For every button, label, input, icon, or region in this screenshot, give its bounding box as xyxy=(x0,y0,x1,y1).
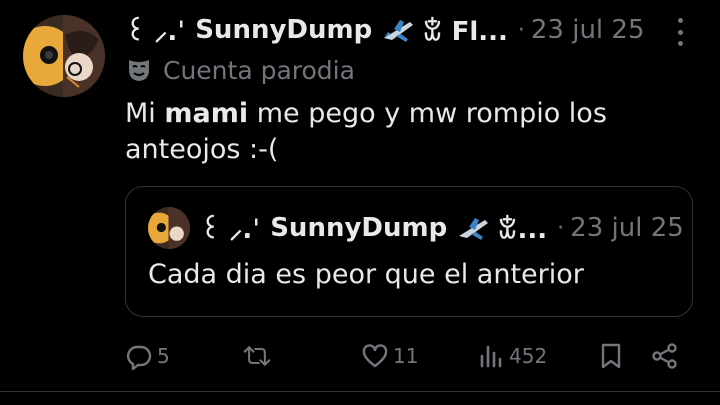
repost-button[interactable] xyxy=(243,338,275,374)
tweet-date[interactable]: 23 jul 25 xyxy=(531,15,645,45)
parody-label: Cuenta parodia xyxy=(163,55,355,85)
like-count: 11 xyxy=(393,344,419,368)
tweet-text-start: Mi xyxy=(125,98,165,129)
like-button[interactable]: 11 xyxy=(361,338,418,374)
airplane-icon xyxy=(455,214,491,242)
quoted-author-avatar xyxy=(148,207,190,249)
bookmark-icon xyxy=(601,343,621,369)
tweet-header: ꒰ ⸝.ˈ SunnyDump ꒃ Fl... · 23 jul 25 xyxy=(125,12,645,48)
divider xyxy=(0,391,720,392)
tweet-text-bold: mami xyxy=(164,98,249,129)
quoted-tweet-text: Cada dia es peor que el anterior xyxy=(148,259,584,290)
share-button[interactable] xyxy=(651,338,679,374)
author-name[interactable]: ꒰ ⸝.ˈ SunnyDump ꒃ Fl... xyxy=(125,12,508,48)
theater-mask-icon xyxy=(129,60,149,81)
quoted-author-name-suffix: ꒃ... xyxy=(497,215,548,245)
author-name-prefix: ꒰ ⸝.ˈ xyxy=(125,17,186,47)
author-display-name: SunnyDump xyxy=(195,15,373,45)
author-avatar[interactable] xyxy=(23,15,105,97)
heart-icon xyxy=(362,344,388,368)
quoted-author-name-prefix: ꒰ ⸝.ˈ xyxy=(200,215,261,245)
quoted-author-display-name: SunnyDump xyxy=(270,213,448,243)
quoted-author-name: ꒰ ⸝.ˈ SunnyDump ꒃ... xyxy=(200,210,547,246)
bookmark-button[interactable] xyxy=(597,338,625,374)
reply-icon xyxy=(126,345,152,370)
quoted-tweet[interactable]: ꒰ ⸝.ˈ SunnyDump ꒃ... · 23 jul 25 Cada di… xyxy=(125,186,693,317)
quoted-tweet-header: ꒰ ⸝.ˈ SunnyDump ꒃ... · 23 jul 25 xyxy=(200,209,684,247)
separator: · xyxy=(517,17,525,43)
more-icon[interactable] xyxy=(670,18,690,46)
views-icon xyxy=(480,345,502,368)
action-bar: 5 11 452 xyxy=(125,338,685,374)
airplane-icon xyxy=(380,16,416,44)
author-name-suffix: ꒃ Fl... xyxy=(422,17,508,47)
quoted-tweet-date: 23 jul 25 xyxy=(570,213,684,243)
reply-count: 5 xyxy=(157,344,170,368)
tweet-text: Mi mami me pego y mw rompio los anteojos… xyxy=(125,96,685,168)
quoted-separator: · xyxy=(557,215,565,241)
share-icon xyxy=(652,343,677,369)
parody-badge: Cuenta parodia xyxy=(125,54,355,86)
views-count: 452 xyxy=(509,344,548,368)
reply-button[interactable]: 5 xyxy=(125,338,170,374)
views-button[interactable]: 452 xyxy=(477,338,547,374)
repost-icon xyxy=(243,346,271,366)
